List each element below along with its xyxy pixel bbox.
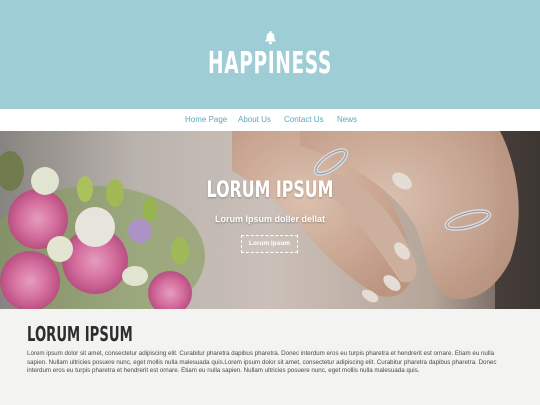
hero-title: LORUM IPSUM: [206, 178, 334, 203]
site-logo[interactable]: HAPPINESS: [103, 46, 438, 81]
hero-subtitle: Lorum Ipsum doller dellat: [214, 214, 325, 224]
bell-icon: [265, 31, 276, 45]
nav-about[interactable]: About Us: [238, 115, 271, 124]
hero-cta-button[interactable]: Lorum Ipsum: [241, 235, 298, 253]
section-paragraph: Lorem ipsum dolor sit amet, consectetur …: [27, 350, 497, 375]
nav-list: Home Page About Us Contact Us News: [0, 115, 540, 127]
nav-home[interactable]: Home Page: [185, 115, 227, 124]
main-navigation: Home Page About Us Contact Us News: [0, 109, 540, 131]
nav-contact[interactable]: Contact Us: [284, 115, 324, 124]
nav-news[interactable]: News: [337, 115, 357, 124]
section-title: LORUM IPSUM: [27, 322, 133, 346]
site-header: HAPPINESS: [0, 0, 540, 109]
